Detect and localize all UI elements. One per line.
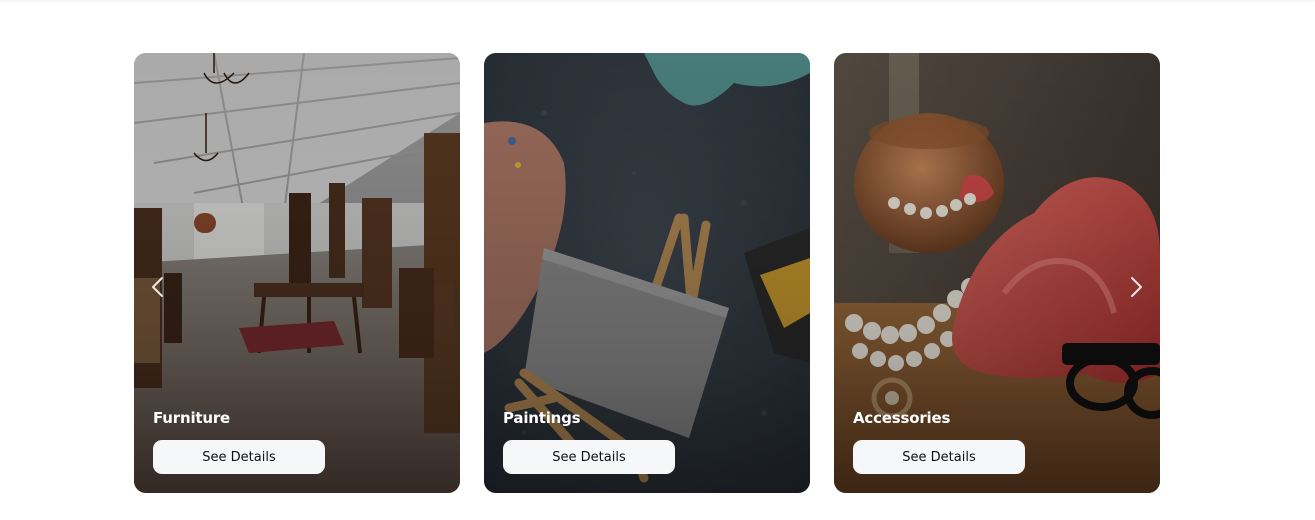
card-title: Paintings (503, 409, 581, 427)
see-details-button[interactable]: See Details (153, 440, 325, 474)
see-details-button[interactable]: See Details (853, 440, 1025, 474)
chevron-left-icon[interactable] (148, 275, 168, 299)
image-overlay (484, 53, 810, 493)
category-card-accessories[interactable]: Accessories See Details (834, 53, 1160, 493)
category-card-paintings[interactable]: Paintings See Details (484, 53, 810, 493)
chevron-right-icon[interactable] (1126, 275, 1146, 299)
image-overlay (834, 53, 1160, 493)
category-carousel: Furniture See Details Paintings See Deta… (134, 53, 1160, 493)
see-details-button[interactable]: See Details (503, 440, 675, 474)
header-shadow (0, 0, 1315, 4)
image-overlay (134, 53, 460, 493)
card-title: Furniture (153, 409, 231, 427)
category-card-furniture[interactable]: Furniture See Details (134, 53, 460, 493)
card-title: Accessories (853, 409, 951, 427)
